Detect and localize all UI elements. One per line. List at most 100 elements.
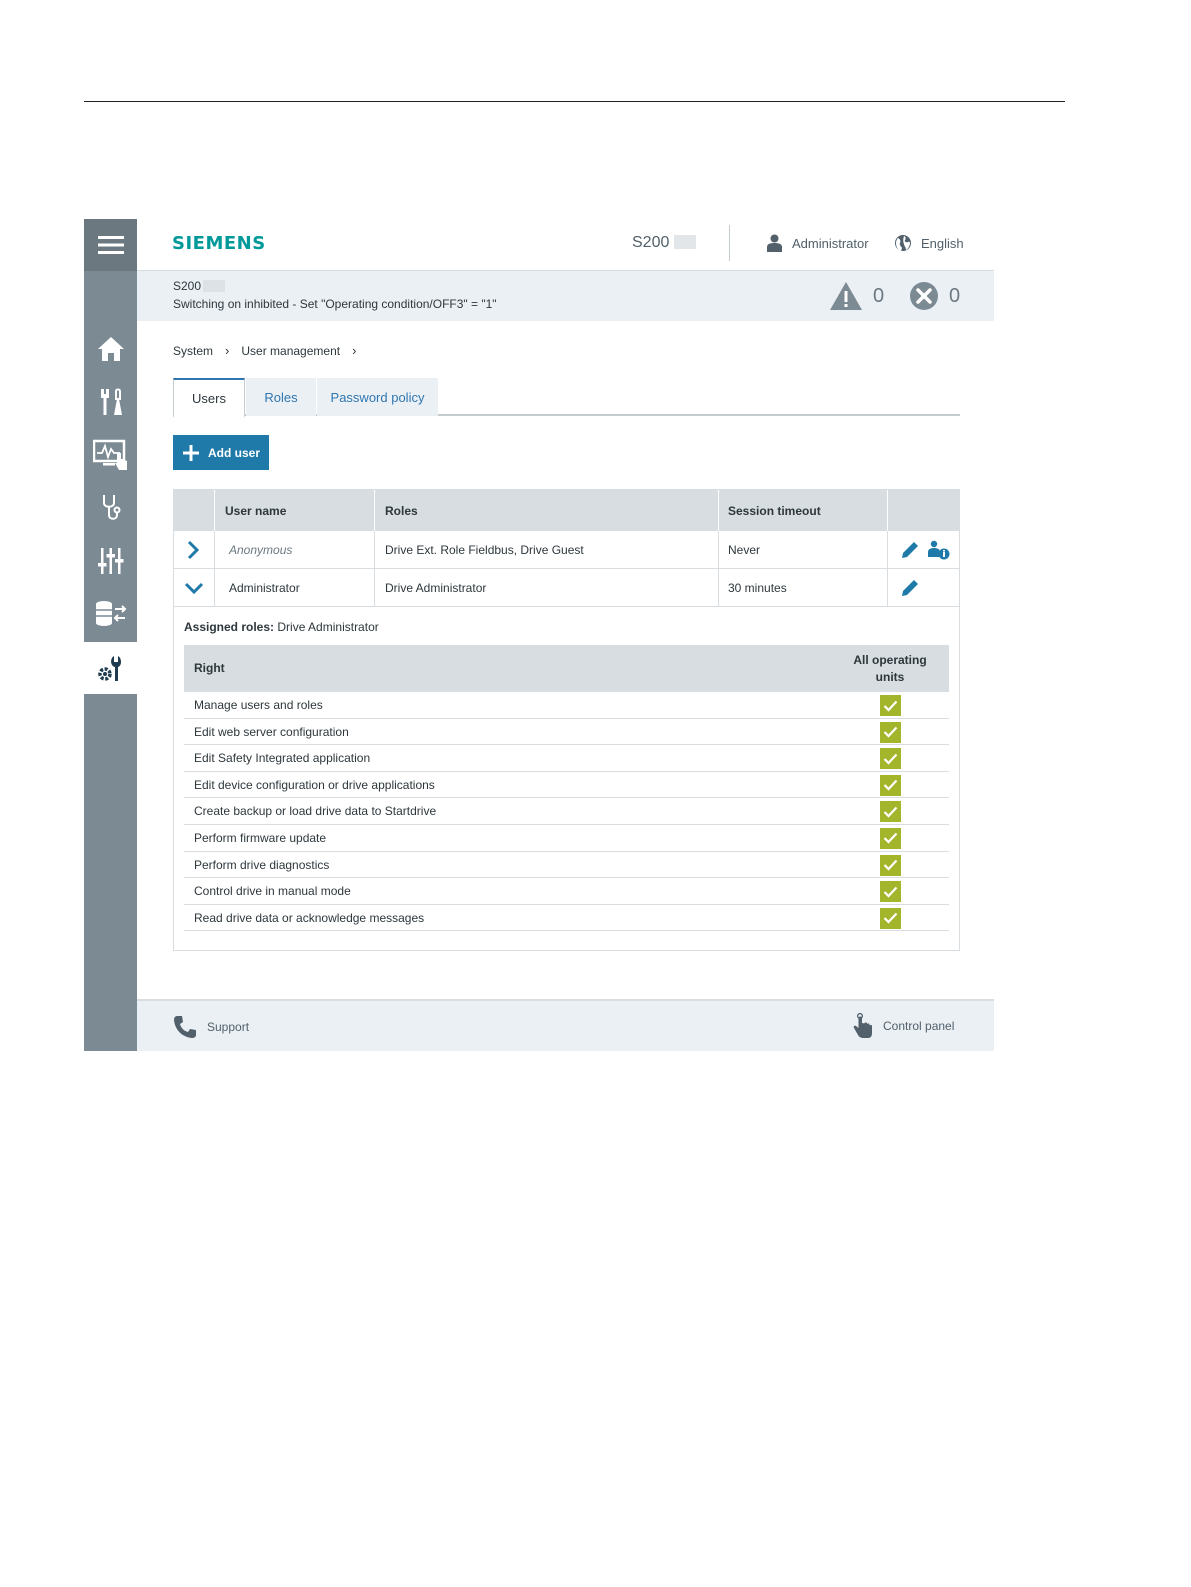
rights-table: Right All operating units Manage users a… bbox=[184, 645, 949, 932]
edit-user-button[interactable] bbox=[900, 531, 920, 569]
right-label: Edit web server configuration bbox=[194, 724, 349, 739]
support-label: Support bbox=[207, 1020, 250, 1034]
rights-row: Edit Safety Integrated application bbox=[184, 745, 949, 772]
column-user-name[interactable]: User name bbox=[225, 490, 286, 531]
timeout-cell: Never bbox=[728, 543, 761, 557]
phone-icon bbox=[174, 1016, 196, 1038]
right-label: Control drive in manual mode bbox=[194, 884, 351, 899]
rights-table-header: Right All operating units bbox=[184, 645, 949, 692]
warnings-indicator[interactable]: 0 bbox=[829, 281, 884, 311]
commissioning-icon bbox=[100, 388, 122, 415]
rights-rows: Manage users and roles Edit web server co… bbox=[184, 692, 949, 932]
column-divider bbox=[718, 569, 719, 607]
hamburger-icon bbox=[97, 236, 124, 254]
checkmark-icon bbox=[880, 881, 901, 903]
control-panel-label: Control panel bbox=[883, 1019, 955, 1033]
monitor-icon bbox=[92, 439, 127, 470]
chevron-right-icon: › bbox=[352, 343, 357, 358]
column-divider bbox=[374, 490, 375, 531]
checkmark-icon bbox=[880, 695, 901, 716]
sidebar-item-parameters[interactable] bbox=[84, 535, 137, 587]
language-menu[interactable]: English bbox=[894, 234, 964, 252]
control-panel-link[interactable]: Control panel bbox=[853, 1013, 954, 1039]
rights-row: Manage users and roles bbox=[184, 692, 949, 719]
chevron-right-icon bbox=[187, 540, 200, 560]
breadcrumb: System › User management › bbox=[173, 343, 368, 358]
user-info-icon bbox=[928, 540, 950, 560]
backup-icon bbox=[95, 601, 126, 626]
home-icon bbox=[97, 337, 124, 361]
support-link[interactable]: Support bbox=[173, 1015, 249, 1039]
sidebar-item-commissioning[interactable] bbox=[84, 376, 137, 428]
checkmark-icon bbox=[880, 721, 901, 743]
user-menu[interactable]: Administrator bbox=[767, 234, 869, 252]
assigned-roles-label: Assigned roles: bbox=[184, 620, 275, 634]
table-row[interactable]: Administrator Drive Administrator 30 min… bbox=[174, 569, 959, 607]
edit-user-button[interactable] bbox=[900, 569, 920, 607]
checkmark-icon bbox=[880, 827, 901, 849]
column-divider bbox=[214, 531, 215, 569]
column-roles[interactable]: Roles bbox=[385, 490, 418, 531]
rights-row: Edit web server configuration bbox=[184, 719, 949, 746]
rights-row: Perform drive diagnostics bbox=[184, 852, 949, 879]
header-separator bbox=[729, 225, 730, 261]
chevron-down-icon bbox=[184, 582, 204, 595]
column-divider bbox=[887, 569, 888, 607]
users-table: User name Roles Session timeout Anonymou… bbox=[173, 489, 960, 951]
column-divider bbox=[887, 531, 888, 569]
column-all-operating-units: All operating units bbox=[844, 652, 936, 686]
add-user-button[interactable]: Add user bbox=[173, 435, 269, 470]
right-label: Edit Safety Integrated application bbox=[194, 751, 371, 766]
sidebar-item-backup[interactable] bbox=[84, 588, 137, 640]
right-label: Manage users and roles bbox=[194, 698, 323, 712]
right-label: Read drive data or acknowledge messages bbox=[194, 910, 425, 925]
globe-icon bbox=[895, 235, 911, 251]
column-divider bbox=[214, 569, 215, 607]
tab-password-policy[interactable]: Password policy bbox=[317, 378, 438, 416]
device-name-redaction bbox=[674, 235, 696, 249]
rights-row: Control drive in manual mode bbox=[184, 878, 949, 905]
sidebar-item-monitor[interactable] bbox=[84, 429, 137, 481]
error-icon bbox=[910, 282, 938, 310]
column-divider bbox=[214, 490, 215, 531]
expand-row-button[interactable] bbox=[186, 531, 200, 569]
plus-icon bbox=[183, 444, 199, 461]
column-divider bbox=[718, 490, 719, 531]
column-session-timeout[interactable]: Session timeout bbox=[728, 490, 821, 531]
pencil-icon bbox=[902, 580, 918, 596]
tab-users[interactable]: Users bbox=[173, 378, 245, 418]
pencil-icon bbox=[902, 542, 918, 558]
menu-button[interactable] bbox=[84, 219, 137, 271]
sidebar-item-system[interactable] bbox=[84, 642, 137, 694]
status-device-redaction bbox=[203, 280, 225, 292]
sidebar-item-home[interactable] bbox=[84, 323, 137, 375]
column-divider bbox=[374, 569, 375, 607]
column-all-line2: units bbox=[875, 670, 905, 684]
right-label: Create backup or load drive data to Star… bbox=[194, 804, 437, 819]
rights-row: Perform firmware update bbox=[184, 825, 949, 852]
column-divider bbox=[718, 531, 719, 569]
checkmark-icon bbox=[880, 748, 901, 770]
app-header: SIEMENS S200 Administrator English bbox=[137, 219, 994, 271]
tab-roles[interactable]: Roles bbox=[246, 378, 316, 416]
breadcrumb-user-management[interactable]: User management bbox=[241, 344, 340, 358]
column-all-line1: All operating bbox=[853, 653, 927, 667]
device-name: S200 bbox=[632, 234, 670, 251]
user-info-button[interactable] bbox=[928, 531, 950, 569]
user-icon bbox=[767, 234, 782, 252]
errors-indicator[interactable]: 0 bbox=[909, 281, 960, 311]
status-device-name: S200 bbox=[173, 279, 202, 293]
chevron-right-icon: › bbox=[225, 343, 230, 358]
rights-row: Create backup or load drive data to Star… bbox=[184, 798, 949, 825]
siemens-logo: SIEMENS bbox=[172, 233, 266, 254]
sidebar bbox=[84, 219, 137, 1051]
table-row[interactable]: Anonymous Drive Ext. Role Fieldbus, Driv… bbox=[174, 531, 959, 569]
add-user-label: Add user bbox=[208, 445, 261, 460]
right-label: Perform drive diagnostics bbox=[194, 857, 330, 872]
column-divider bbox=[374, 531, 375, 569]
collapse-row-button[interactable] bbox=[184, 569, 204, 607]
breadcrumb-system[interactable]: System bbox=[173, 344, 213, 358]
column-right: Right bbox=[194, 661, 225, 675]
webserver-window: SIEMENS S200 Administrator English S200 … bbox=[84, 219, 994, 1051]
sidebar-item-diagnostics[interactable] bbox=[84, 482, 137, 534]
